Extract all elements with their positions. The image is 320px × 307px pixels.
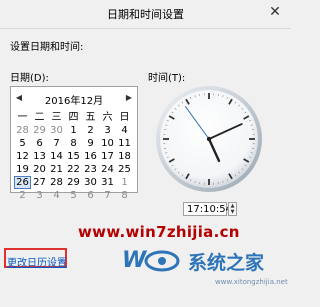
calendar-day[interactable]: 14 — [48, 150, 65, 163]
date-label: 日期(D): — [10, 73, 49, 84]
calendar-day[interactable]: 25 — [116, 163, 133, 176]
calendar-day[interactable]: 15 — [65, 150, 82, 163]
weekday-header: 一 — [17, 112, 28, 123]
calendar-day[interactable]: 3 — [99, 124, 116, 137]
calendar-day[interactable]: 28 — [14, 124, 31, 137]
calendar-day[interactable]: 7 — [99, 189, 116, 202]
calendar-day[interactable]: 1 — [116, 176, 133, 189]
calendar-day[interactable]: 29 — [65, 176, 82, 189]
calendar-day[interactable]: 28 — [48, 176, 65, 189]
calendar-day[interactable]: 5 — [14, 137, 31, 150]
watermark-url: www.win7zhijia.cn — [78, 223, 240, 241]
weekday-header: 四 — [68, 112, 79, 123]
watermark-brand: 系统之家 — [188, 252, 265, 274]
change-calendar-settings-label[interactable]: 更改日历设置 — [7, 254, 67, 269]
calendar-day[interactable]: 11 — [116, 137, 133, 150]
calendar-day[interactable]: 13 — [31, 150, 48, 163]
calendar-day[interactable]: 9 — [82, 137, 99, 150]
chevron-right-icon[interactable]: ▶ — [123, 91, 135, 105]
time-input[interactable]: 17:10:54 — [183, 202, 232, 216]
calendar-day[interactable]: 7 — [48, 137, 65, 150]
weekday-header: 三 — [51, 112, 62, 123]
time-label: 时间(T): — [148, 73, 186, 84]
chevron-left-icon[interactable]: ◀ — [13, 91, 25, 105]
calendar-day[interactable]: 6 — [82, 189, 99, 202]
calendar-day[interactable]: 2 — [82, 124, 99, 137]
title-bar: 日期和时间设置 ✕ — [0, 0, 291, 29]
calendar-day[interactable]: 5 — [65, 189, 82, 202]
calendar-day[interactable]: 23 — [82, 163, 99, 176]
calendar-grid: 一二三四五六日 28 29 30 1 2 3 4 5 6 7 8 9 10 11 12 13 14 15 16 17 18… — [14, 111, 134, 202]
calendar-day[interactable]: 21 — [48, 163, 65, 176]
calendar-day[interactable]: 3 — [31, 189, 48, 202]
watermark-logo: W — [122, 248, 180, 273]
calendar-day[interactable]: 4 — [48, 189, 65, 202]
calendar-day[interactable]: 26 — [14, 176, 31, 189]
calendar-day[interactable]: 17 — [99, 150, 116, 163]
calendar-day[interactable]: 8 — [116, 189, 133, 202]
calendar-month-label[interactable]: 2016年12月 — [31, 92, 117, 107]
calendar[interactable]: ◀ 2016年12月 ▶ 一二三四五六日 28 29 30 1 2 3 4 5 6 7 8 9 10 11 1… — [10, 86, 138, 201]
watermark-url-small: www.xitongzhijia.net — [215, 278, 288, 286]
calendar-day[interactable]: 30 — [82, 176, 99, 189]
calendar-day[interactable]: 29 — [31, 124, 48, 137]
calendar-header: ◀ 2016年12月 ▶ — [11, 91, 137, 107]
calendar-day[interactable]: 16 — [82, 150, 99, 163]
close-icon: ✕ — [269, 4, 281, 20]
calendar-day[interactable]: 18 — [116, 150, 133, 163]
calendar-day[interactable]: 6 — [31, 137, 48, 150]
weekday-header: 二 — [34, 112, 45, 123]
clock-center — [206, 136, 212, 142]
close-button[interactable]: ✕ — [265, 2, 285, 22]
calendar-day[interactable]: 30 — [48, 124, 65, 137]
calendar-day[interactable]: 1 — [65, 124, 82, 137]
calendar-day[interactable]: 19 — [14, 163, 31, 176]
calendar-day[interactable]: 8 — [65, 137, 82, 150]
calendar-day[interactable]: 2 — [14, 189, 31, 202]
time-spinner[interactable]: ▲ ▼ — [228, 202, 237, 216]
window-title: 日期和时间设置 — [107, 8, 184, 21]
weekday-header: 五 — [85, 112, 96, 123]
calendar-day[interactable]: 12 — [14, 150, 31, 163]
calendar-day[interactable]: 4 — [116, 124, 133, 137]
calendar-day[interactable]: 24 — [99, 163, 116, 176]
page-heading: 设置日期和时间: — [10, 42, 84, 53]
weekday-header: 日 — [119, 112, 130, 123]
calendar-day[interactable]: 27 — [31, 176, 48, 189]
calendar-day[interactable]: 22 — [65, 163, 82, 176]
analog-clock — [156, 86, 262, 192]
weekday-header: 六 — [102, 112, 113, 123]
calendar-day[interactable]: 31 — [99, 176, 116, 189]
calendar-day[interactable]: 20 — [31, 163, 48, 176]
change-calendar-settings-link[interactable]: 更改日历设置 — [4, 248, 67, 269]
calendar-day[interactable]: 10 — [99, 137, 116, 150]
svg-text:W: W — [122, 248, 148, 273]
